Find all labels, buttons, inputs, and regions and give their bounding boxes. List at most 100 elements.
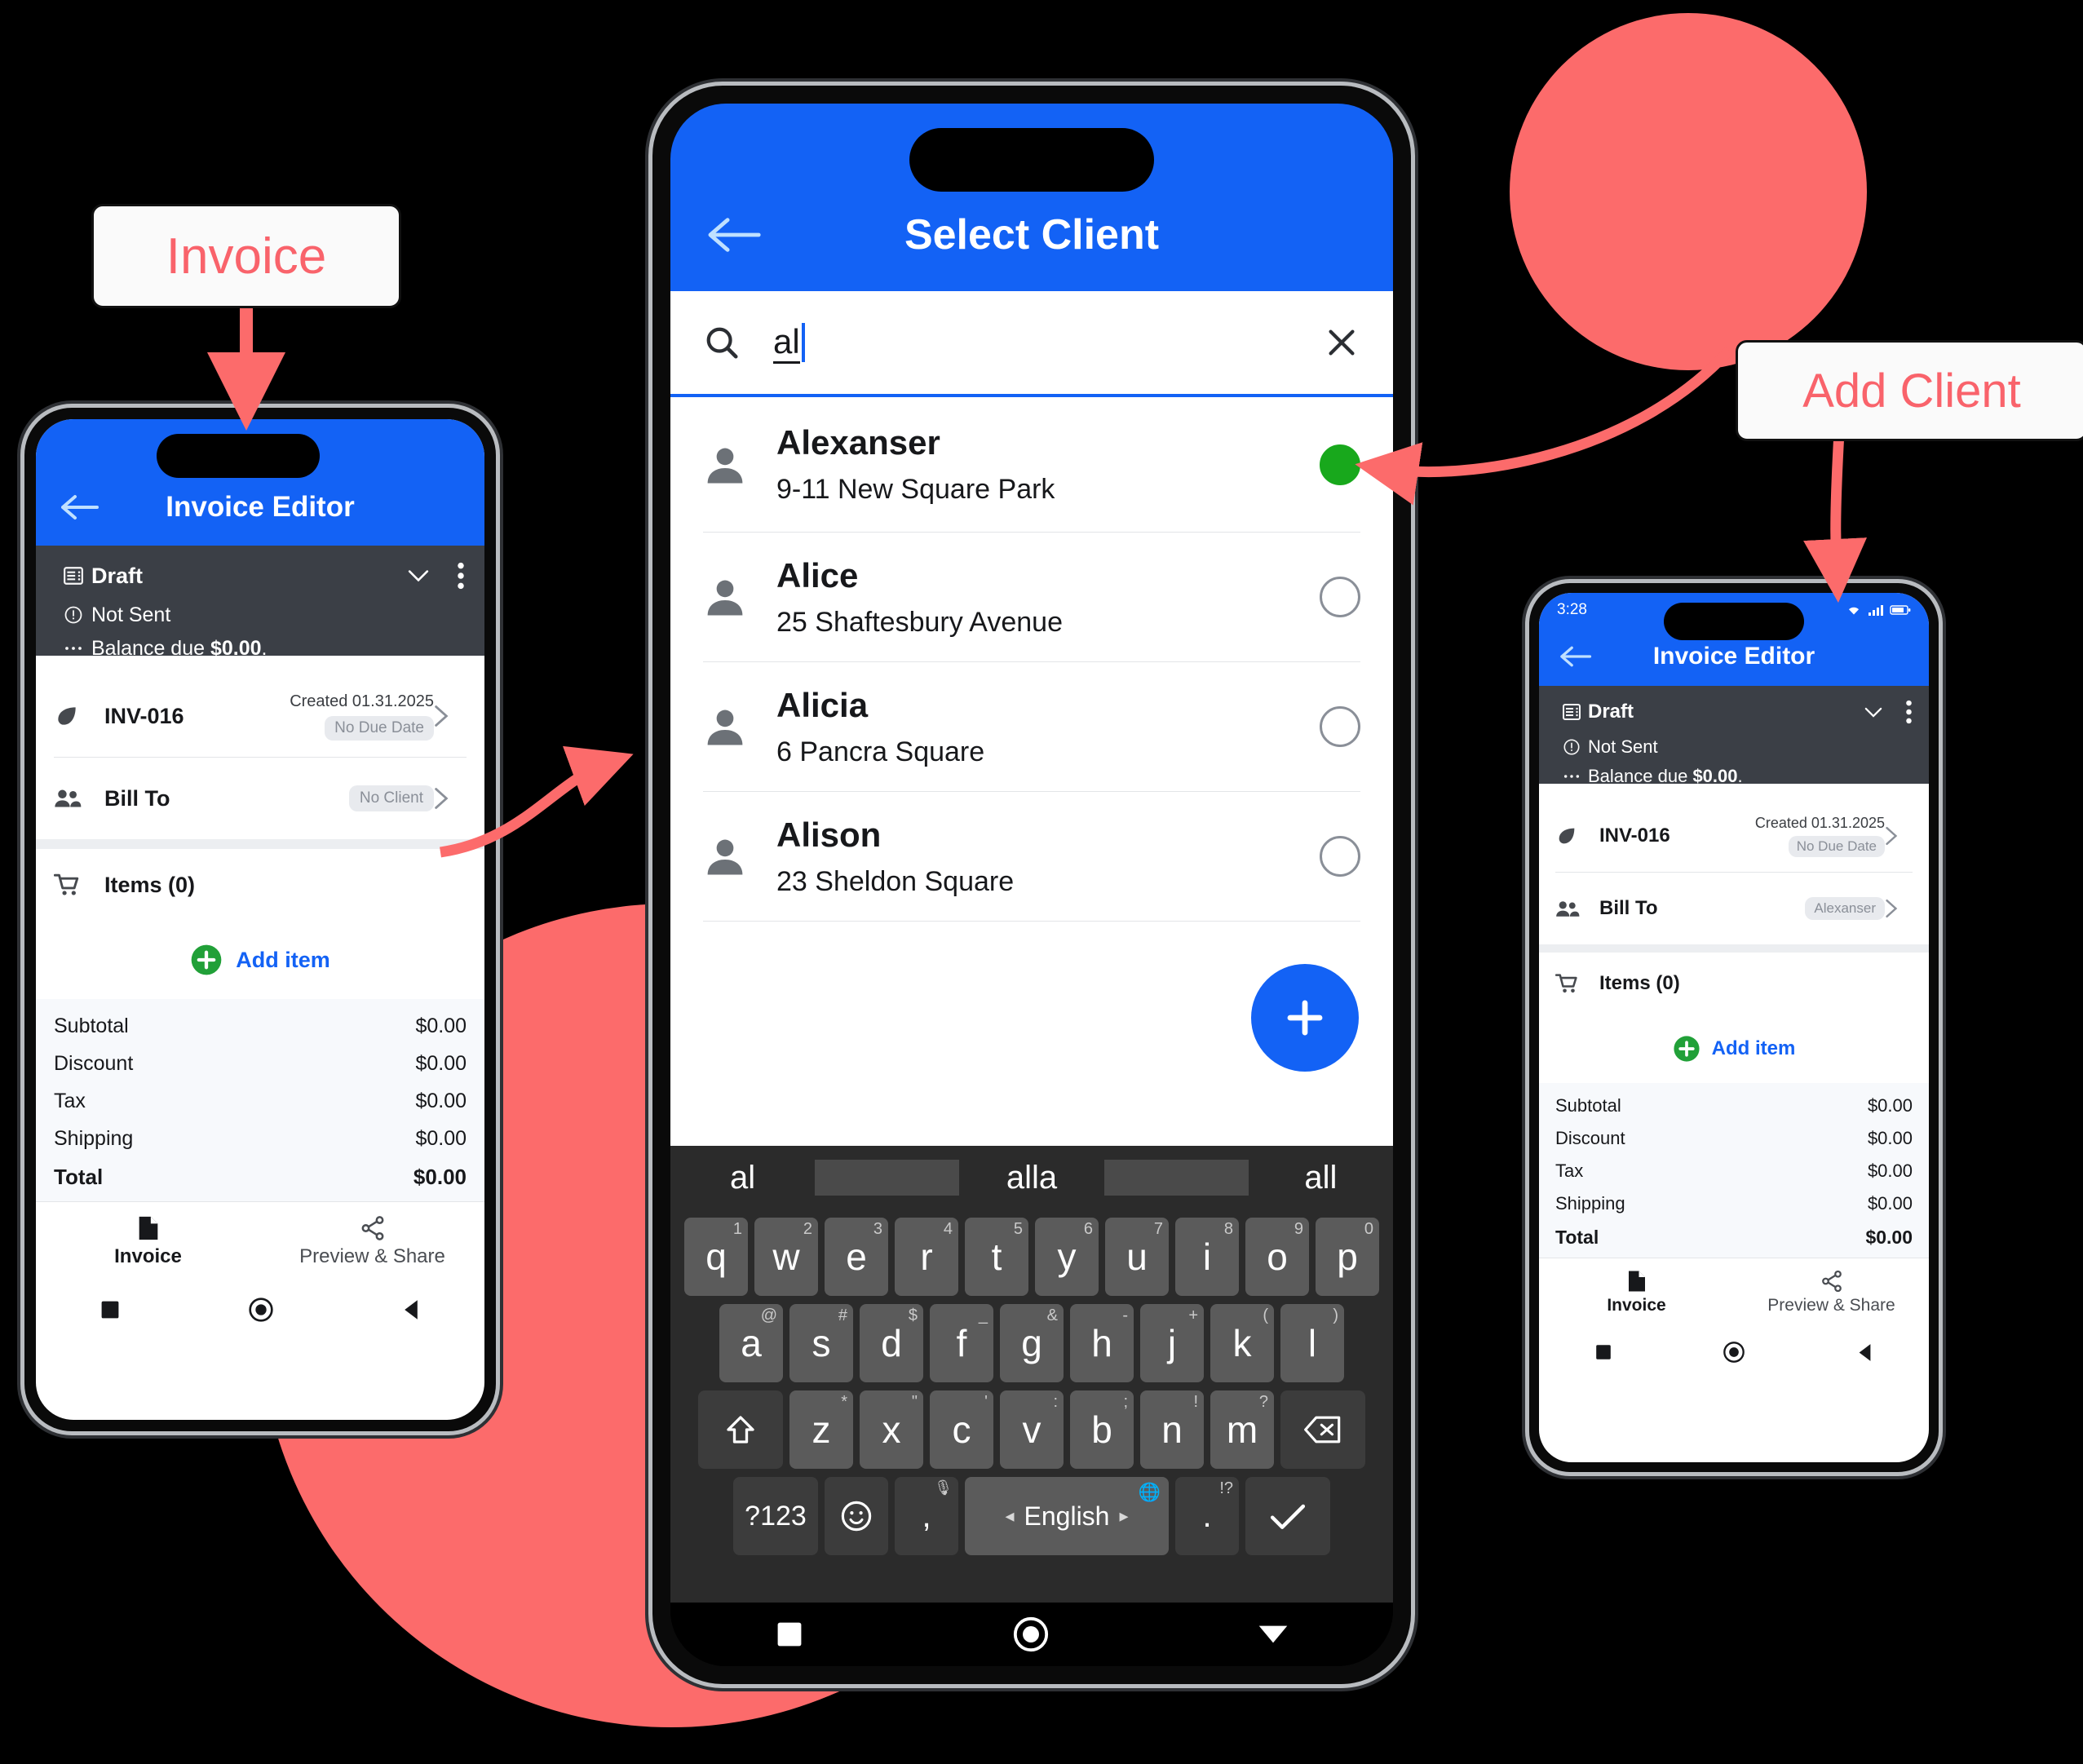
key-n[interactable]: ! n	[1140, 1390, 1204, 1469]
person-icon	[703, 575, 776, 619]
client-select-radio[interactable]	[1320, 577, 1360, 617]
comma-key[interactable]: 🎙 ,	[895, 1477, 958, 1555]
client-name: Alice	[776, 555, 859, 595]
tab-preview-share[interactable]: Preview & Share	[260, 1202, 484, 1280]
triangle-back-icon[interactable]	[401, 1299, 421, 1320]
key-i[interactable]: 8 i	[1175, 1218, 1239, 1296]
client-select-radio[interactable]	[1320, 706, 1360, 747]
circle-icon[interactable]	[1723, 1341, 1745, 1364]
key-t[interactable]: 5 t	[965, 1218, 1028, 1296]
add-client-fab[interactable]	[1251, 964, 1359, 1072]
balance-due-label: Balance due	[91, 636, 210, 660]
key-u[interactable]: 7 u	[1105, 1218, 1169, 1296]
chevron-down-icon[interactable]	[1864, 706, 1882, 718]
globe-icon[interactable]: 🌐	[1139, 1482, 1161, 1503]
invoice-editor-filled-appbar: Invoice Editor	[1539, 603, 1929, 686]
key-h[interactable]: - h	[1070, 1304, 1134, 1382]
suggestion-2[interactable]: all	[1249, 1160, 1393, 1196]
key-q[interactable]: 1 q	[684, 1218, 748, 1296]
square-icon[interactable]	[1594, 1343, 1612, 1361]
key-k[interactable]: ( k	[1210, 1304, 1274, 1382]
shift-icon[interactable]	[698, 1390, 783, 1469]
plus-circle-icon	[1673, 1035, 1700, 1063]
space-bar[interactable]: ◂ English ▸ 🌐	[965, 1477, 1169, 1555]
more-vertical-icon[interactable]	[1905, 700, 1913, 724]
bill-to-row[interactable]: Bill To No Client	[36, 758, 484, 839]
key-w[interactable]: 2 w	[754, 1218, 818, 1296]
emoji-icon[interactable]	[825, 1477, 888, 1555]
key-z[interactable]: * z	[789, 1390, 853, 1469]
key-d[interactable]: $ d	[860, 1304, 923, 1382]
totals-value: $0.00	[415, 1014, 467, 1037]
totals-value: $0.00	[1867, 1193, 1913, 1214]
suggestion-1[interactable]: alla	[959, 1160, 1103, 1196]
add-item-button[interactable]: Add item	[36, 921, 484, 999]
client-select-radio[interactable]	[1320, 836, 1360, 877]
enter-key[interactable]	[1245, 1477, 1330, 1555]
list-item[interactable]: Alicia 6 Pancra Square	[670, 662, 1393, 791]
key-e[interactable]: 3 e	[825, 1218, 888, 1296]
key-a[interactable]: @ a	[719, 1304, 783, 1382]
tab-invoice[interactable]: Invoice	[36, 1202, 260, 1280]
key-y[interactable]: 6 y	[1035, 1218, 1099, 1296]
symbols-key[interactable]: ?123	[733, 1477, 818, 1555]
tab-preview-share[interactable]: Preview & Share	[1734, 1258, 1929, 1326]
add-item-button[interactable]: Add item	[1539, 1015, 1929, 1083]
totals-label: Subtotal	[54, 1014, 129, 1037]
list-item[interactable]: Alison 23 Sheldon Square	[670, 792, 1393, 921]
circle-icon[interactable]	[1012, 1616, 1050, 1653]
client-address: 23 Sheldon Square	[776, 865, 1015, 897]
tab-preview-share-label: Preview & Share	[1767, 1296, 1895, 1315]
chevron-right-icon[interactable]	[434, 705, 467, 727]
invoice-number-row[interactable]: INV-016 Created 01.31.2025 No Due Date	[1539, 800, 1929, 872]
chevron-right-icon[interactable]	[1885, 826, 1913, 846]
key-s[interactable]: # s	[789, 1304, 853, 1382]
chevron-right-icon[interactable]	[434, 787, 467, 810]
triangle-down-icon[interactable]	[1258, 1621, 1289, 1647]
key-r[interactable]: 4 r	[895, 1218, 958, 1296]
circle-icon[interactable]	[248, 1297, 274, 1323]
key-l[interactable]: ) l	[1280, 1304, 1344, 1382]
invoice-state-label: Draft	[1588, 701, 1634, 723]
bottom-tab-bar: Invoice Preview & Share	[1539, 1258, 1929, 1326]
share-icon	[359, 1214, 387, 1242]
chevron-left-icon[interactable]: ◂	[1005, 1505, 1014, 1527]
invoice-number-row[interactable]: INV-016 Created 01.31.2025 No Due Date	[36, 675, 484, 757]
search-input[interactable]: al	[773, 322, 800, 364]
key-c[interactable]: ' c	[930, 1390, 993, 1469]
period-key[interactable]: !? .	[1175, 1477, 1239, 1555]
totals-label: Tax	[1555, 1161, 1584, 1181]
square-icon[interactable]	[100, 1299, 121, 1320]
back-icon[interactable]	[1557, 637, 1596, 676]
square-icon[interactable]	[775, 1620, 804, 1649]
client-select-radio[interactable]	[1320, 444, 1360, 485]
totals-table: Subtotal $0.00 Discount $0.00 Tax $0.00 …	[1539, 1083, 1929, 1258]
tab-invoice[interactable]: Invoice	[1539, 1258, 1734, 1326]
chevron-right-icon[interactable]: ▸	[1119, 1505, 1128, 1527]
list-item[interactable]: Alice 25 Shaftesbury Avenue	[670, 533, 1393, 661]
suggestion-0[interactable]: al	[670, 1160, 815, 1196]
key-b[interactable]: ; b	[1070, 1390, 1134, 1469]
key-m[interactable]: ? m	[1210, 1390, 1274, 1469]
ellipsis-icon	[1555, 773, 1588, 780]
key-g[interactable]: & g	[1000, 1304, 1064, 1382]
backspace-icon[interactable]	[1280, 1390, 1365, 1469]
key-j[interactable]: + j	[1140, 1304, 1204, 1382]
client-search-bar[interactable]: al	[670, 291, 1393, 397]
back-icon[interactable]	[57, 484, 104, 531]
totals-row-discount: Discount $0.00	[1555, 1122, 1913, 1155]
key-o[interactable]: 9 o	[1245, 1218, 1309, 1296]
triangle-back-icon[interactable]	[1856, 1343, 1873, 1362]
clear-search-icon[interactable]	[1303, 324, 1360, 361]
chevron-down-icon[interactable]	[408, 568, 429, 583]
key-f[interactable]: _ f	[930, 1304, 993, 1382]
chevron-right-icon[interactable]	[1885, 899, 1913, 918]
key-x[interactable]: " x	[860, 1390, 923, 1469]
bill-to-row[interactable]: Bill To Alexanser	[1539, 873, 1929, 944]
key-p[interactable]: 0 p	[1316, 1218, 1379, 1296]
key-v[interactable]: : v	[1000, 1390, 1064, 1469]
back-icon[interactable]	[703, 202, 768, 267]
more-vertical-icon[interactable]	[457, 562, 465, 590]
list-item[interactable]: Alexanser 9-11 New Square Park	[670, 397, 1393, 532]
tab-invoice-label: Invoice	[114, 1245, 182, 1267]
